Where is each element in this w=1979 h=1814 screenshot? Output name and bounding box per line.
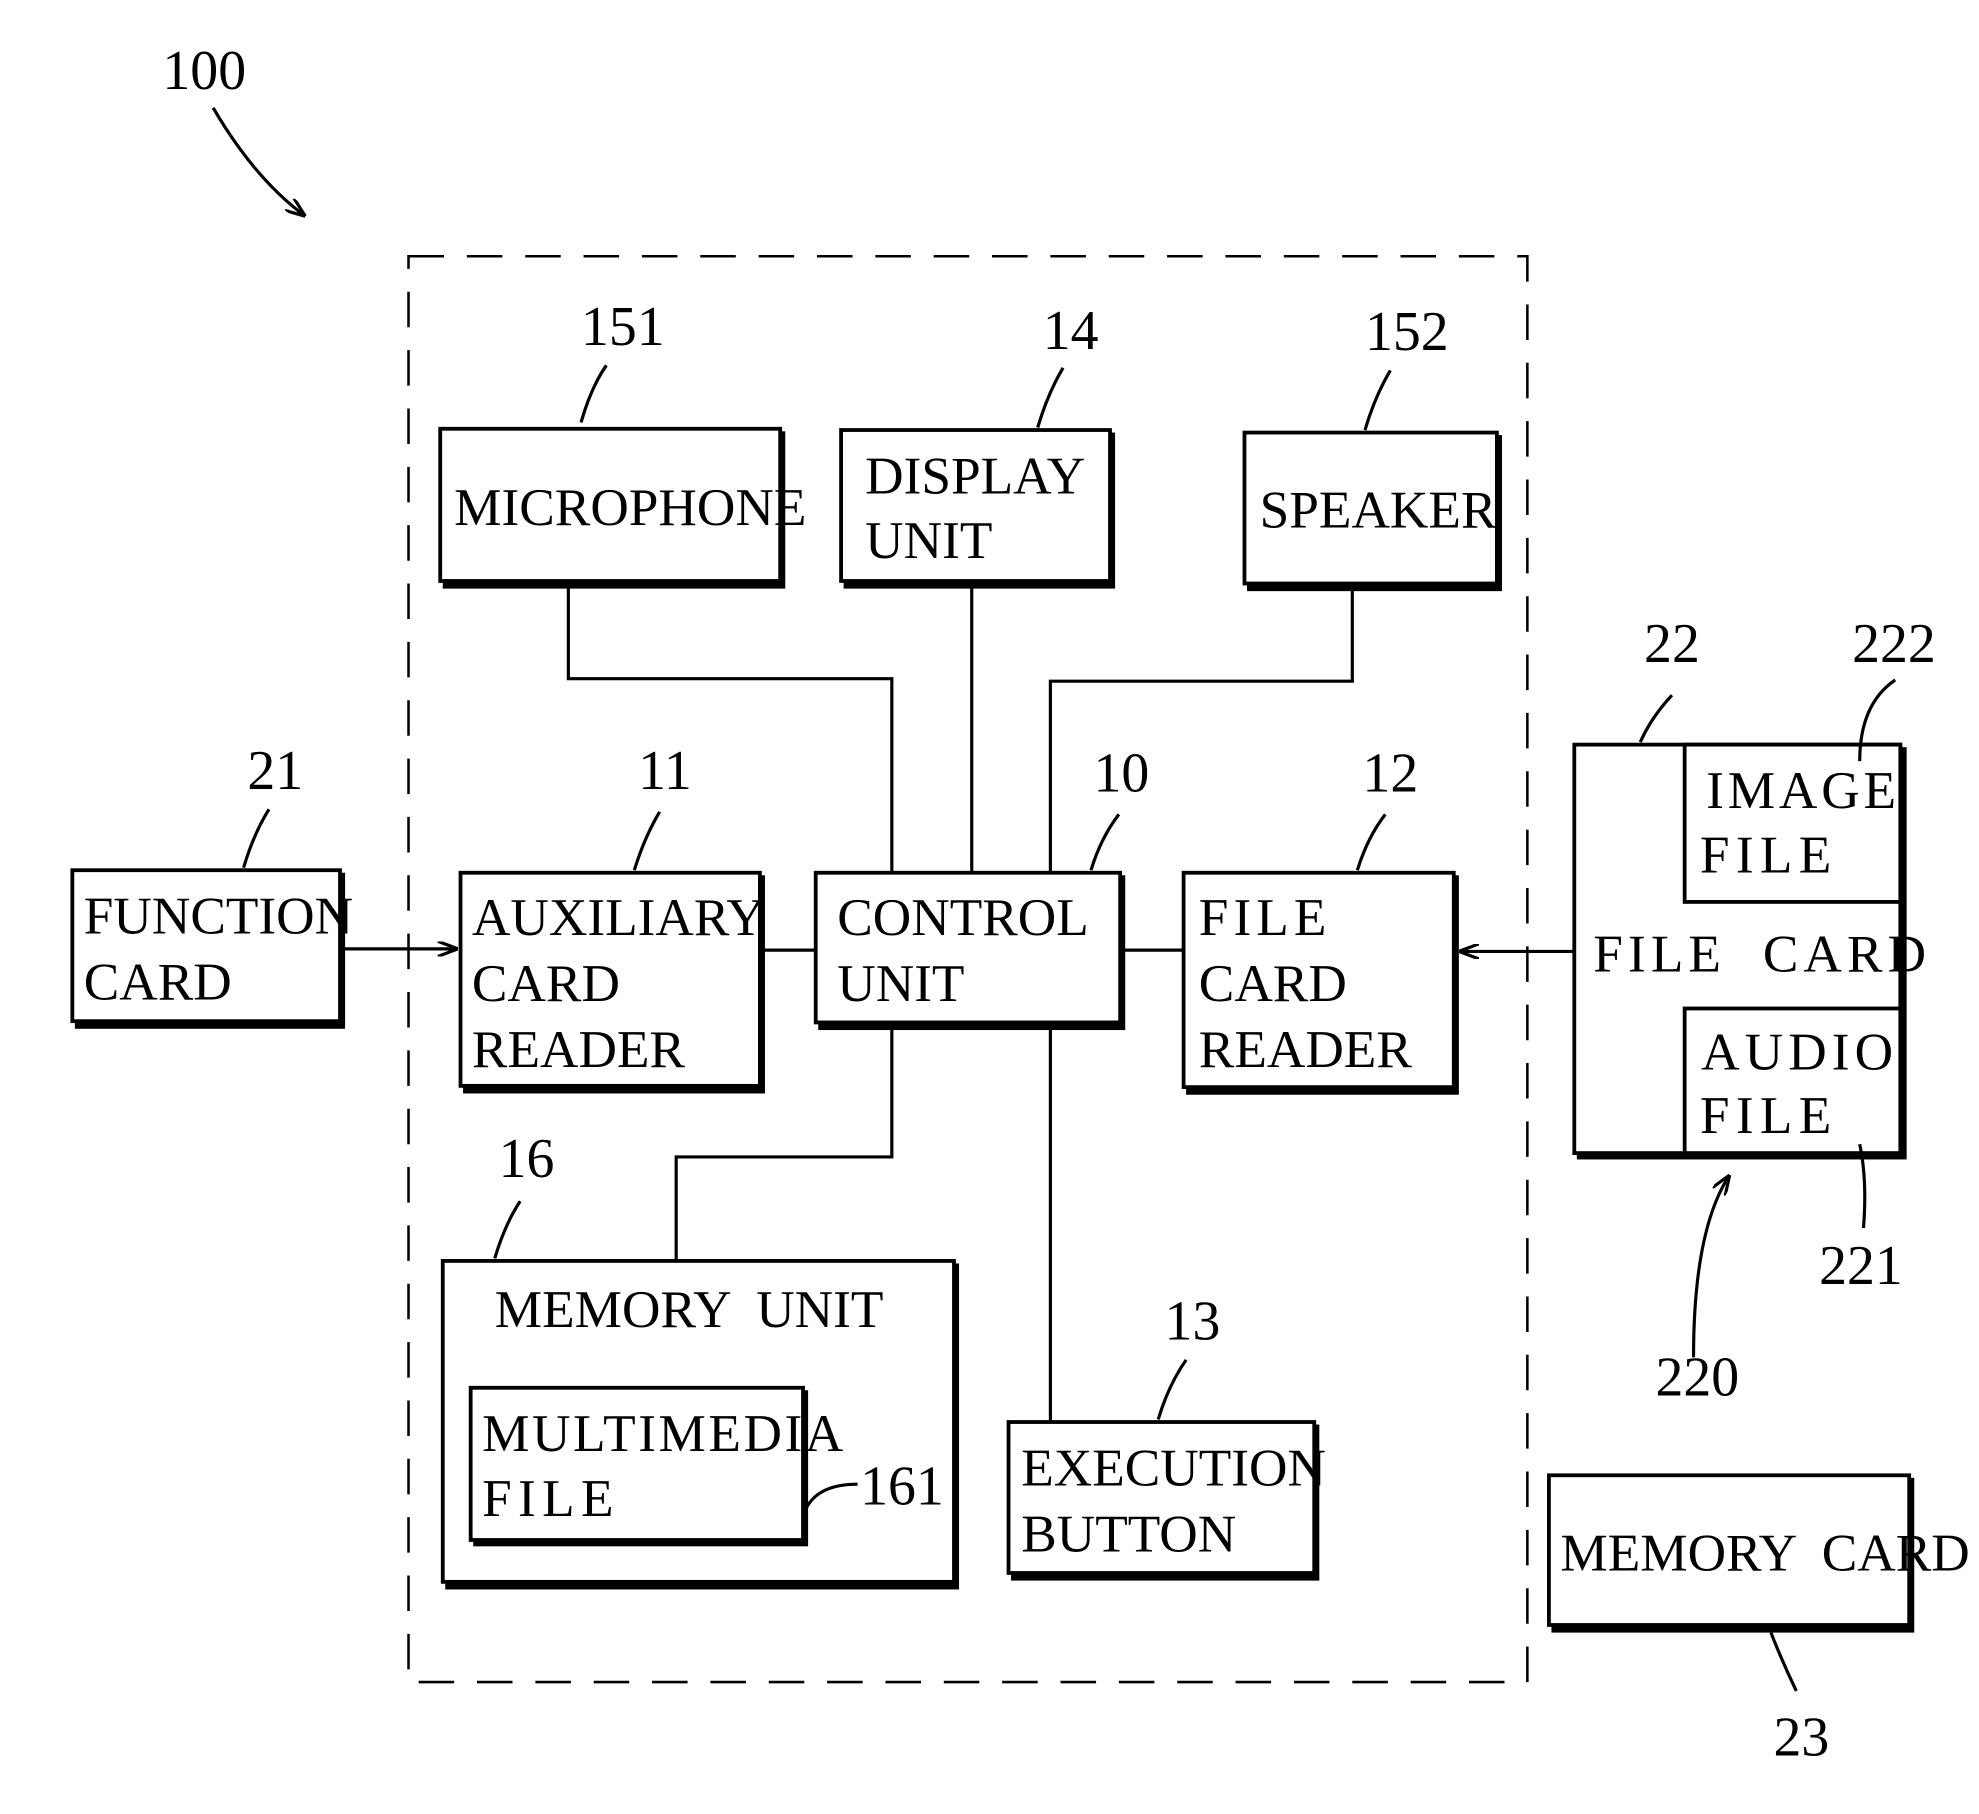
file-reader-label-line2: CARD bbox=[1199, 954, 1347, 1013]
figure-reference-arrow bbox=[211, 107, 304, 216]
image-file-label-line2: FILE bbox=[1700, 826, 1838, 885]
control-unit-block: CONTROL UNIT 10 bbox=[813, 743, 1150, 1031]
speaker-ref: 152 bbox=[1365, 301, 1449, 363]
audio-file-label-line2: FILE bbox=[1700, 1086, 1838, 1145]
wire-speaker-control bbox=[1048, 588, 1354, 873]
image-file-label-line1: IMAGE bbox=[1706, 761, 1900, 820]
microphone-label: MICROPHONE bbox=[454, 478, 806, 537]
memory-card-label: MEMORY CARD bbox=[1560, 1523, 1969, 1582]
wire-microphone-control bbox=[566, 586, 894, 873]
display-unit-label-line1: DISPLAY bbox=[865, 446, 1085, 505]
aux-reader-label-line3: READER bbox=[472, 1020, 686, 1079]
multimedia-file-ref: 161 bbox=[860, 1455, 944, 1517]
display-unit-ref: 14 bbox=[1043, 300, 1099, 362]
execution-button-label-line2: BUTTON bbox=[1021, 1504, 1236, 1563]
execution-button-block: EXECUTION BUTTON 13 bbox=[1006, 1291, 1326, 1581]
aux-reader-label-line1: AUXILIARY bbox=[472, 888, 765, 947]
memory-unit-ref: 16 bbox=[499, 1128, 555, 1190]
microphone-ref: 151 bbox=[581, 296, 665, 358]
speaker-block: SPEAKER 152 bbox=[1242, 301, 1502, 592]
display-unit-label-line2: UNIT bbox=[865, 511, 992, 570]
audio-file-label-line1: AUDIO bbox=[1701, 1022, 1898, 1081]
file-reader-label-line1: FILE bbox=[1199, 888, 1332, 947]
aux-reader-label-line2: CARD bbox=[472, 954, 620, 1013]
memory-card-ref: 23 bbox=[1773, 1707, 1829, 1769]
figure-reference-100: 100 bbox=[162, 40, 246, 102]
function-card-label-line2: CARD bbox=[84, 953, 232, 1012]
speaker-label: SPEAKER bbox=[1260, 481, 1497, 540]
execution-button-label-line1: EXECUTION bbox=[1021, 1438, 1326, 1497]
memory-card-block: MEMORY CARD 23 bbox=[1547, 1473, 1970, 1769]
microphone-block: MICROPHONE 151 bbox=[438, 296, 806, 589]
auxiliary-card-reader-block: AUXILIARY CARD READER 11 bbox=[458, 740, 765, 1094]
file-reader-ref: 12 bbox=[1362, 743, 1418, 805]
multimedia-file-label-line1: MULTIMEDIA bbox=[482, 1404, 846, 1463]
control-unit-label-line1: CONTROL bbox=[837, 888, 1089, 947]
aux-reader-ref: 11 bbox=[638, 740, 692, 802]
memory-unit-label: MEMORY UNIT bbox=[495, 1280, 884, 1339]
display-unit-block: DISPLAY UNIT 14 bbox=[839, 300, 1116, 589]
control-unit-ref: 10 bbox=[1094, 743, 1150, 805]
control-unit-label-line2: UNIT bbox=[837, 954, 964, 1013]
block-diagram: 100 MICROPHONE 151 DISPLAY UNIT 14 SPEAK… bbox=[70, 40, 1970, 1769]
execution-button-ref: 13 bbox=[1165, 1291, 1221, 1353]
file-card-group-ref: 220 bbox=[1655, 1346, 1739, 1408]
function-card-label-line1: FUNCTION bbox=[84, 887, 353, 946]
audio-file-ref: 221 bbox=[1819, 1235, 1903, 1297]
multimedia-file-label-line2: FILE bbox=[482, 1469, 620, 1528]
file-card-label: FILE CARD bbox=[1593, 925, 1931, 984]
file-card-reader-block: FILE CARD READER 12 bbox=[1181, 743, 1459, 1095]
file-reader-label-line3: READER bbox=[1199, 1020, 1413, 1079]
function-card-ref: 21 bbox=[247, 740, 303, 802]
function-card-block: FUNCTION CARD 21 bbox=[70, 740, 353, 1029]
image-file-ref: 222 bbox=[1852, 613, 1936, 675]
file-card-block: IMAGE FILE FILE CARD AUDIO FILE 22 222 2… bbox=[1572, 613, 1936, 1408]
file-card-ref: 22 bbox=[1644, 613, 1700, 675]
